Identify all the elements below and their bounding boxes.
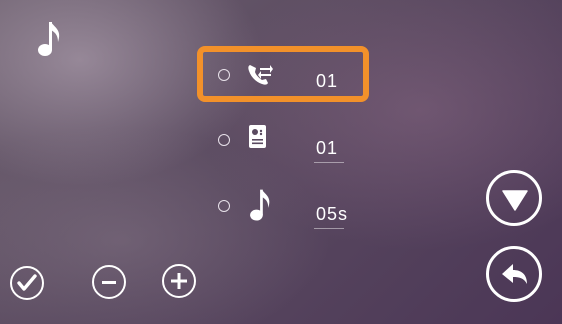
music-note-icon xyxy=(248,186,274,231)
down-button[interactable] xyxy=(486,170,542,226)
value-underline xyxy=(314,162,344,163)
selection-highlight xyxy=(197,46,369,102)
setting-row-ring-duration[interactable]: 05s xyxy=(210,186,370,232)
increase-button[interactable] xyxy=(162,264,196,298)
down-triangle-icon xyxy=(502,189,528,216)
music-note-icon xyxy=(36,18,64,62)
door-station-value[interactable]: 01 xyxy=(316,138,338,159)
door-station-icon xyxy=(248,124,268,155)
row-radio[interactable] xyxy=(218,200,230,212)
minus-icon xyxy=(102,281,116,284)
plus-icon xyxy=(171,273,187,289)
ring-duration-value[interactable]: 05s xyxy=(316,204,348,225)
decrease-button[interactable] xyxy=(92,265,126,299)
value-underline xyxy=(314,228,344,229)
setting-row-door-station[interactable]: 01 xyxy=(210,122,370,166)
back-button[interactable] xyxy=(486,246,542,302)
check-icon xyxy=(17,274,37,297)
row-radio[interactable] xyxy=(218,134,230,146)
confirm-button[interactable] xyxy=(10,266,44,300)
back-arrow-icon xyxy=(501,262,529,293)
